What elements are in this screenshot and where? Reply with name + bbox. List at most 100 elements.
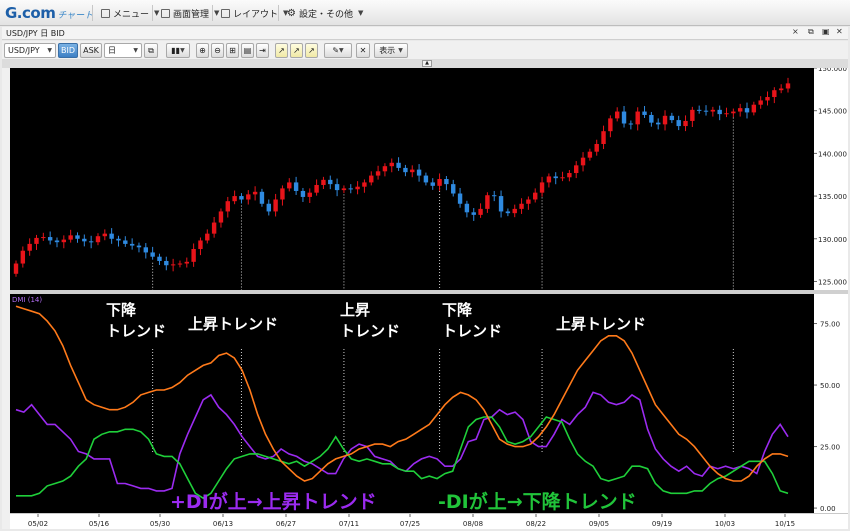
time-tick-label: 05/16: [89, 520, 110, 528]
candle-body: [13, 263, 19, 274]
dmi-tick-label: 25.00: [820, 444, 840, 452]
menu-button-screen[interactable]: 画面管理 ▼: [152, 5, 219, 21]
annotation-trend-up-1: 上昇トレンド: [188, 315, 279, 333]
chart-type-button[interactable]: ▮▮ ▼: [166, 43, 190, 58]
price-chart-pane[interactable]: [10, 68, 814, 290]
candle-body: [416, 169, 422, 176]
period-select[interactable]: 日 ▼: [104, 43, 142, 58]
candle-body: [314, 184, 319, 193]
candle-body: [150, 252, 155, 257]
candle-body: [157, 256, 162, 261]
pen-tool-button[interactable]: ✎ ▼: [324, 43, 352, 58]
dmi-axis[interactable]: 75.00 50.00 25.00 0.00: [814, 294, 848, 513]
candle-body: [136, 245, 142, 248]
dmi-chart-pane[interactable]: DMI (14) 下降 トレンド 上昇トレンド 上昇 トレンド 下降 トレンド …: [10, 294, 814, 513]
candle-body: [41, 237, 46, 239]
symbol-select[interactable]: USD/JPY ▼: [4, 43, 56, 58]
menu-button-settings[interactable]: ⚙ 設定・その他 ▼: [278, 5, 363, 21]
maximize-icon[interactable]: ▣: [822, 27, 830, 36]
candle-body: [580, 157, 586, 166]
candle-body: [198, 240, 203, 250]
time-tick-label: 05/30: [150, 520, 170, 528]
draw-tool-icon: ↗: [293, 46, 300, 55]
dmi-axis-svg: 75.00 50.00 25.00 0.00: [814, 321, 840, 513]
candle-body: [246, 194, 251, 200]
split-view-button[interactable]: ▤: [241, 43, 254, 58]
menu-button-layout[interactable]: レイアウト ▼: [212, 5, 288, 21]
draw-tool-3-button[interactable]: ↗: [305, 43, 318, 58]
menu-label: 設定・その他: [298, 9, 353, 20]
fit-button[interactable]: ⇥: [256, 43, 269, 58]
candle-body: [430, 182, 435, 186]
time-axis-svg: 05/02 05/16 05/30 06/13 06/27 07/11 07/25 08/08…: [28, 514, 795, 528]
annotation-line: 下降: [106, 301, 137, 319]
dropdown-arrow-icon: ▼: [357, 9, 364, 17]
price-axis[interactable]: 150.000 145.000 140.000 135.000 130.000 125.0…: [814, 68, 848, 290]
draw-tool-1-button[interactable]: ↗: [275, 43, 288, 58]
candle-body: [300, 190, 306, 197]
time-tick-label: 08/08: [463, 520, 483, 528]
chart-window-titlebar: USD/JPY 日 BID × ⧉ ▣ ✕: [2, 27, 848, 40]
candle-body: [451, 184, 456, 194]
candle-body: [533, 192, 538, 200]
ask-button[interactable]: ASK: [80, 43, 102, 58]
candle-body: [68, 235, 73, 240]
symbol-value: USD/JPY: [8, 46, 40, 55]
copy-button[interactable]: ⧉: [144, 43, 158, 58]
time-tick-label: 10/03: [715, 520, 735, 528]
candle-body: [184, 261, 189, 264]
menu-button-main[interactable]: メニュー ▼: [92, 5, 159, 21]
candle-body: [375, 171, 381, 176]
time-tick-label: 09/05: [589, 520, 609, 528]
close-icon[interactable]: ✕: [836, 27, 843, 36]
dmi-tick-label: 0.00: [820, 505, 836, 513]
candle-body: [34, 237, 39, 244]
candle-body: [485, 195, 490, 209]
annotation-line: トレンド: [106, 322, 167, 340]
menu-label: メニュー: [113, 9, 150, 20]
time-tick-label: 07/25: [400, 520, 420, 528]
candle-body: [724, 113, 729, 115]
logo-main: G.com: [5, 4, 56, 22]
candle-body: [621, 111, 627, 124]
time-axis[interactable]: 05/02 05/16 05/30 06/13 06/27 07/11 07/25 08/08…: [10, 513, 848, 529]
pane-splitter[interactable]: ▲: [2, 59, 848, 68]
app-logo[interactable]: G.com チャート: [5, 4, 93, 22]
dmi-tick-label: 75.00: [820, 321, 840, 329]
time-tick-label: 07/11: [339, 520, 359, 528]
candle-body: [211, 222, 217, 234]
collapse-handle[interactable]: ▲: [422, 60, 432, 67]
candle-body: [437, 179, 442, 186]
candle-body: [129, 243, 135, 246]
annotation-line: 上昇: [340, 301, 371, 319]
draw-tool-2-button[interactable]: ↗: [290, 43, 303, 58]
annotation-trend-down-2: 下降 トレンド: [442, 300, 502, 342]
candle-body: [191, 249, 196, 262]
candle-body: [177, 263, 183, 265]
candle-body: [164, 260, 169, 266]
legend-plus-di-rule: +DIが上→上昇トレンド: [170, 491, 377, 513]
grid-layout-button[interactable]: ⊞: [226, 43, 239, 58]
delete-drawing-button[interactable]: ✕: [356, 43, 370, 58]
candle-body: [751, 104, 757, 113]
price-tick-label: 135.000: [818, 193, 847, 201]
candle-body: [615, 111, 620, 119]
candle-body: [225, 201, 230, 212]
candle-body: [560, 177, 565, 179]
candle-body: [478, 208, 483, 215]
close-small-icon[interactable]: ×: [792, 27, 799, 36]
time-tick-label: 05/02: [28, 520, 48, 528]
candle-body: [587, 151, 593, 158]
candle-body: [123, 240, 128, 244]
candle-body: [519, 203, 524, 209]
candle-body: [334, 184, 340, 191]
candle-body: [47, 237, 53, 241]
bid-button[interactable]: BID: [58, 43, 78, 58]
restore-icon[interactable]: ⧉: [808, 27, 814, 37]
bar-chart-icon: ▮▮: [171, 46, 181, 55]
zoom-in-button[interactable]: ⊕: [196, 43, 209, 58]
legend-minus-di-rule: -DIが上→下降トレンド: [438, 491, 637, 513]
display-menu-button[interactable]: 表示 ▼: [374, 43, 408, 58]
candle-body: [143, 247, 149, 253]
zoom-out-button[interactable]: ⊖: [211, 43, 224, 58]
